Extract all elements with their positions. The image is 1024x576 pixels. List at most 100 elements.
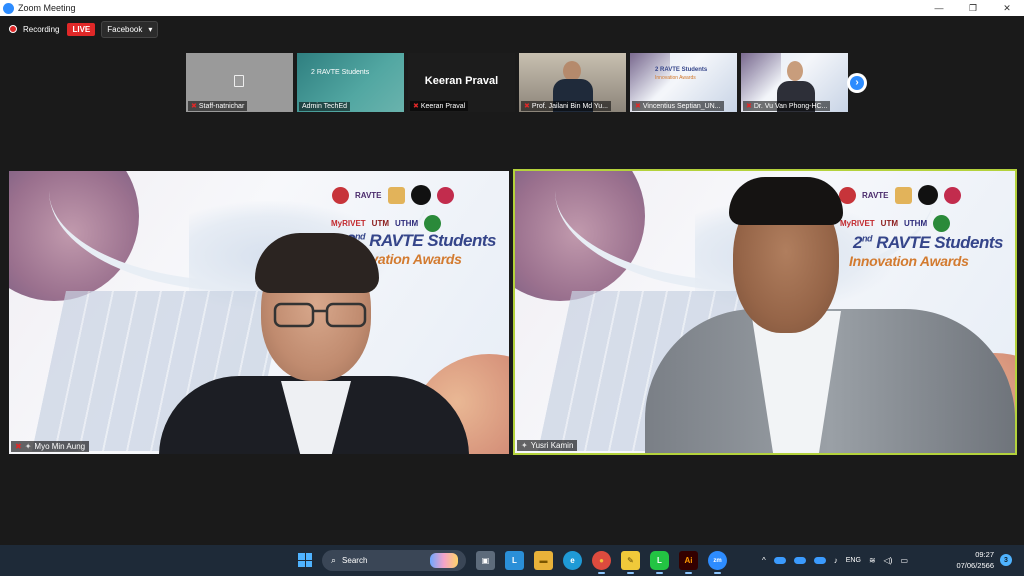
ravte-logo-icon — [839, 186, 856, 204]
crest-icon — [894, 186, 912, 204]
stream-target-dropdown[interactable]: Facebook ▾ — [101, 20, 159, 38]
participant-strip: ✖ Staff-natnichar 2 RAVTE Students Admin … — [186, 53, 848, 112]
taskbar-apps: ▣ L ▬ e ● ✎ L Ai zm — [476, 551, 727, 574]
search-icon: ⌕ — [331, 555, 337, 565]
event-subline: Innovation Awards — [849, 253, 969, 269]
chrome-browser-icon[interactable]: ● — [592, 551, 611, 574]
next-page-button[interactable]: › — [847, 73, 867, 93]
crest-icon — [387, 186, 405, 204]
language-indicator[interactable]: ENG — [846, 557, 861, 564]
system-tray: ^ ♪ ENG ≋ ◁) ▭ — [762, 545, 908, 576]
participant-name-tag: ✦ Yusri Kamin — [517, 440, 578, 451]
profile-placeholder-icon — [234, 75, 244, 87]
sticky-notes-icon[interactable]: ✎ — [621, 551, 640, 574]
mic-muted-icon: ✖ — [413, 103, 419, 110]
illustrator-icon[interactable]: Ai — [679, 551, 698, 574]
notification-badge[interactable]: 3 — [1000, 554, 1012, 566]
stream-target-label: Facebook — [107, 24, 143, 34]
participant-name: ✖ Keeran Praval — [410, 101, 469, 111]
glasses-icon — [273, 302, 367, 328]
window-titlebar: Zoom Meeting — ❐ ✕ — [0, 0, 1024, 16]
chevron-right-icon: › — [855, 77, 859, 88]
sponsor-logos: RAVTE — [839, 185, 961, 205]
mic-muted-icon: ✖ — [15, 442, 22, 451]
file-explorer-icon[interactable]: ▬ — [534, 551, 553, 570]
volume-icon[interactable]: ◁) — [884, 556, 893, 565]
participant-name: ✖ Vincentius Septian_UN... — [632, 101, 724, 111]
event-headline: 2nd RAVTE Students — [346, 231, 497, 250]
participant-video — [787, 61, 803, 81]
participant-thumbnail[interactable]: 2 RAVTE Students Admin TechEd — [297, 53, 404, 112]
hcmute-logo-icon — [943, 186, 961, 204]
taskbar-clock[interactable]: 09:27 07/06/2566 — [948, 549, 994, 571]
thumbnail-banner-subtext: Innovation Awards — [655, 75, 696, 81]
badge-icon — [410, 185, 431, 205]
l-app-icon[interactable]: L — [505, 551, 524, 570]
clock-time: 09:27 — [975, 550, 994, 559]
participant-thumbnail[interactable]: ✖ Dr. Vu Van Phong-HC... — [741, 53, 848, 112]
windows-taskbar: ⌕ Search ▣ L ▬ e ● ✎ L Ai zm ^ ♪ ENG ≋ ◁… — [0, 545, 1024, 576]
sponsor-logos-row2: MyRIVET UTM UTHM — [331, 215, 442, 232]
hcmute-logo-icon — [436, 186, 454, 204]
thumbnail-banner-text: 2 RAVTE Students — [311, 69, 370, 76]
mic-muted-icon: ✖ — [635, 103, 641, 110]
mic-muted-icon: ✖ — [524, 103, 530, 110]
seal-icon — [424, 215, 442, 232]
participant-thumbnail[interactable]: 2 RAVTE Students Innovation Awards ✖ Vinc… — [630, 53, 737, 112]
onedrive-icon[interactable] — [793, 557, 806, 564]
ravte-logo-text: RAVTE — [862, 190, 889, 200]
zoom-app-icon — [3, 2, 14, 14]
onedrive-icon[interactable] — [773, 557, 786, 564]
participant-name: ✖ Prof. Jailani Bin Md Yu... — [521, 101, 612, 111]
task-view-icon[interactable]: ▣ — [476, 551, 495, 570]
search-placeholder: Search — [342, 556, 368, 565]
seal-icon — [933, 215, 951, 232]
event-headline: 2nd RAVTE Students — [853, 233, 1004, 252]
active-speaker-video[interactable]: RAVTE MyRIVET UTM UTHM 2nd RAVTE Student… — [513, 169, 1017, 455]
live-badge[interactable]: LIVE — [67, 22, 96, 36]
thumbnail-banner-text: 2 RAVTE Students — [655, 67, 708, 73]
close-button[interactable]: ✕ — [990, 0, 1024, 16]
participant-thumbnail[interactable]: ✖ Prof. Jailani Bin Md Yu... — [519, 53, 626, 112]
show-hidden-icons-icon[interactable]: ^ — [762, 556, 766, 565]
window-title: Zoom Meeting — [18, 3, 76, 13]
myrivet-logo-text: MyRIVET — [331, 219, 366, 228]
recording-label: Recording — [23, 24, 60, 34]
uthm-logo-text: UTHM — [395, 219, 419, 228]
participant-video — [563, 61, 581, 81]
participant-name: ✖ Dr. Vu Van Phong-HC... — [743, 101, 831, 111]
participant-thumbnail[interactable]: Keeran Praval ✖ Keeran Praval — [408, 53, 515, 112]
pin-icon: ✦ — [521, 441, 528, 450]
participant-thumbnail[interactable]: ✖ Staff-natnichar — [186, 53, 293, 112]
minimize-button[interactable]: — — [922, 0, 956, 16]
mic-muted-icon: ✖ — [191, 103, 197, 110]
utm-logo-text: UTM — [371, 219, 389, 228]
participant-video-main[interactable]: RAVTE MyRIVET UTM UTHM 2nd RAVTE Student… — [9, 171, 509, 454]
window-controls: — ❐ ✕ — [922, 0, 1024, 16]
recording-bar: Recording LIVE Facebook ▾ — [0, 16, 1024, 42]
ravte-logo-icon — [332, 186, 349, 204]
edge-browser-icon[interactable]: e — [563, 551, 582, 570]
participant-name-tag: ✖ ✦ Myo Min Aung — [11, 441, 90, 452]
participant-name: Admin TechEd — [299, 102, 351, 111]
ravte-logo-text: RAVTE — [355, 190, 382, 200]
search-highlight-icon — [430, 553, 458, 568]
maximize-button[interactable]: ❐ — [956, 0, 990, 16]
participant-display-name: Keeran Praval — [424, 75, 499, 87]
windows-start-button[interactable] — [298, 553, 312, 567]
battery-icon[interactable]: ▭ — [900, 556, 908, 565]
taskbar-search[interactable]: ⌕ Search — [322, 550, 466, 571]
clock-date: 07/06/2566 — [956, 561, 994, 570]
pin-icon: ✦ — [24, 442, 32, 451]
microphone-icon[interactable]: ♪ — [834, 556, 838, 565]
mic-muted-icon: ✖ — [746, 103, 752, 110]
line-app-icon[interactable]: L — [650, 551, 669, 574]
chevron-down-icon: ▾ — [148, 24, 153, 34]
zoom-app-icon[interactable]: zm — [708, 551, 727, 574]
onedrive-icon[interactable] — [813, 557, 826, 564]
sponsor-logos-row2: MyRIVET UTM UTHM — [840, 215, 951, 232]
wifi-icon[interactable]: ≋ — [869, 556, 876, 565]
myrivet-logo-text: MyRIVET — [840, 219, 875, 228]
uthm-logo-text: UTHM — [904, 219, 928, 228]
badge-icon — [917, 185, 938, 205]
